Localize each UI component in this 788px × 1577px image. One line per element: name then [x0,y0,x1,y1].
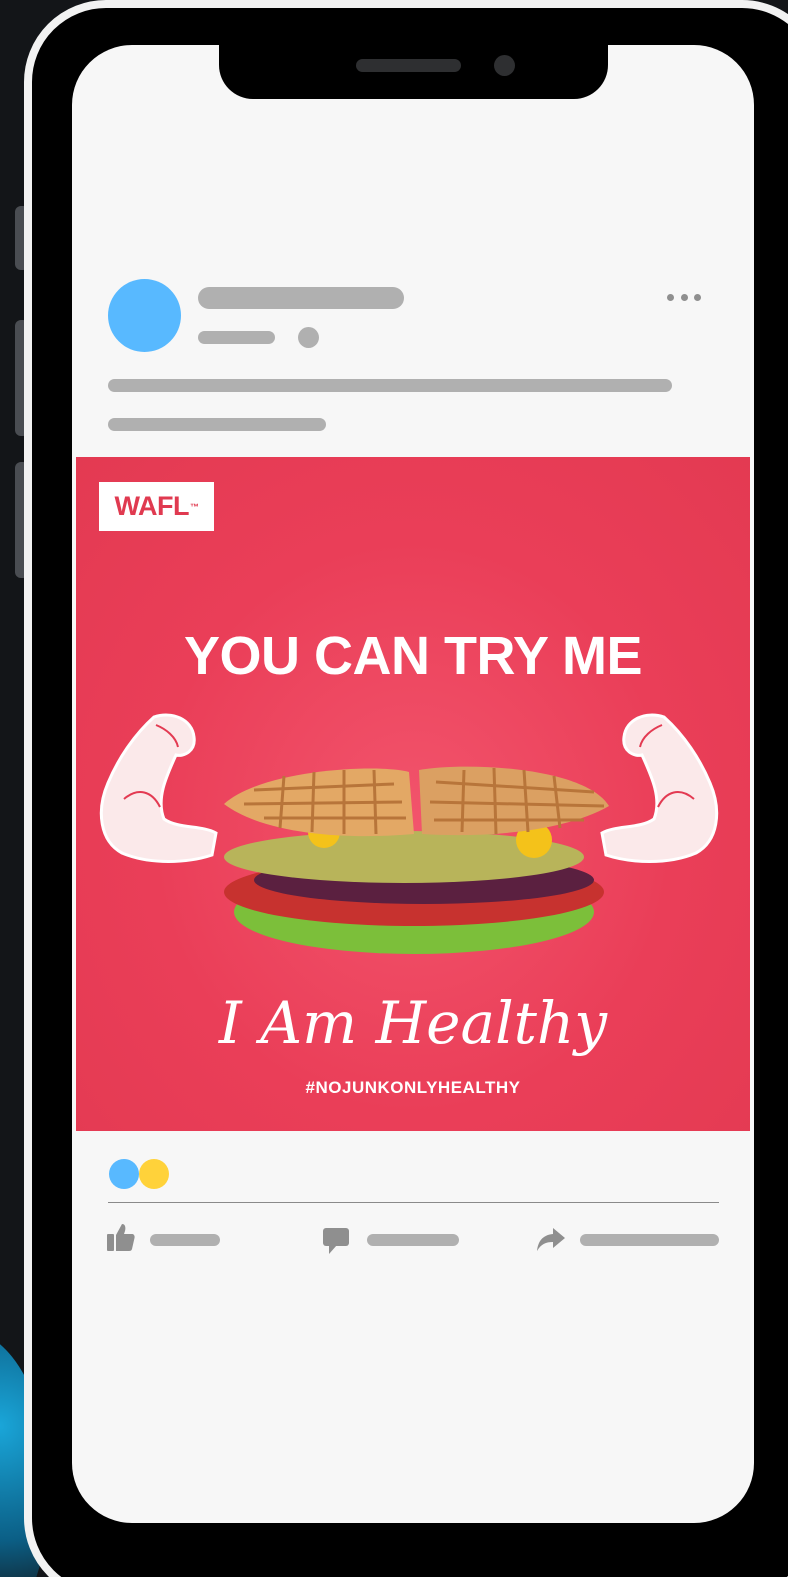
brand-name: WAFL [114,491,190,521]
share-label-placeholder [580,1234,719,1246]
ad-tagline: I Am Healthy [218,989,608,1057]
like-label-placeholder [150,1234,220,1246]
ad-headline: YOU CAN TRY ME [183,626,643,686]
share-button[interactable] [536,1222,721,1256]
brand-trademark: ™ [189,501,199,512]
like-button[interactable] [106,1222,222,1256]
waffle-sandwich-illustration [224,766,609,954]
reaction-summary[interactable] [109,1159,171,1189]
author-name-placeholder[interactable] [198,287,404,309]
stage: WAFL ™ YOU CAN TRY ME I Am Healthy #NOJU… [0,0,788,1577]
notch [219,45,608,99]
speaker-grille [356,59,461,72]
flexed-arm-left-icon [99,713,218,863]
comment-icon [323,1228,349,1254]
more-dots-icon[interactable] [667,291,701,303]
share-icon [537,1228,565,1251]
privacy-icon [298,327,319,348]
ad-hashtag: #NOJUNKONLYHEALTHY [305,1078,521,1097]
caption-line-placeholder [108,418,326,431]
comment-label-placeholder [367,1234,459,1246]
front-camera [494,55,515,76]
thumbs-up-icon [107,1224,135,1251]
divider [108,1202,719,1203]
caption-line-placeholder [108,379,672,392]
post-image[interactable]: WAFL ™ YOU CAN TRY ME I Am Healthy #NOJU… [76,457,750,1131]
timestamp-placeholder [198,331,275,344]
like-reaction-icon [109,1159,139,1189]
haha-reaction-icon [139,1159,169,1189]
comment-button[interactable] [322,1222,462,1256]
brand-logo: WAFL ™ [99,482,214,531]
avatar[interactable] [108,279,181,352]
